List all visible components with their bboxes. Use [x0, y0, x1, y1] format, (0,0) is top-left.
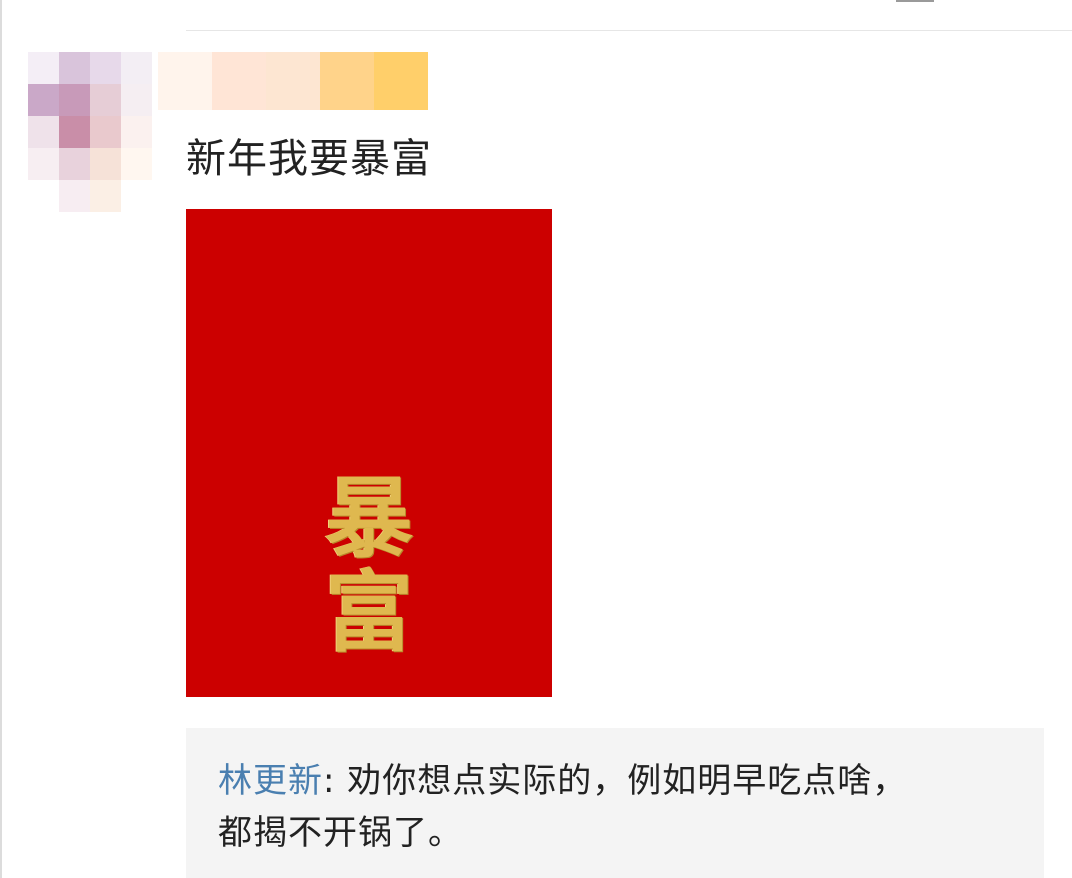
comment-text-2: 都揭不开锅了。 — [218, 813, 463, 853]
post-text: 新年我要暴富 — [186, 136, 432, 182]
envelope-char-fu: 富 — [324, 560, 413, 664]
comment-line-2: 都揭不开锅了。 — [218, 808, 463, 858]
top-divider — [186, 30, 1072, 31]
commenter-name[interactable]: 林更新 — [218, 761, 323, 801]
comment-box: 林更新: 劝你想点实际的，例如明早吃点啥， 都揭不开锅了。 — [186, 728, 1044, 878]
comment-separator: : — [323, 761, 348, 801]
envelope-characters: 暴 富 — [186, 471, 552, 659]
top-icon-edge — [896, 0, 934, 2]
comment-text-1: 劝你想点实际的，例如明早吃点啥， — [347, 761, 908, 801]
red-envelope-image[interactable]: 暴 富 — [186, 209, 552, 697]
username-blurred[interactable] — [158, 52, 428, 110]
avatar[interactable] — [28, 52, 152, 212]
left-edge — [0, 0, 2, 878]
envelope-char-bao: 暴 — [324, 466, 413, 570]
comment-line-1: 林更新: 劝你想点实际的，例如明早吃点啥， — [218, 756, 907, 806]
